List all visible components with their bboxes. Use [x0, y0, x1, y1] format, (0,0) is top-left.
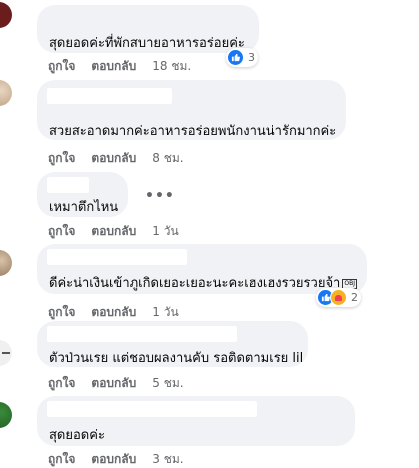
reaction-summary[interactable]: 3 — [226, 48, 258, 67]
comment-bubble: ตัวป่วนเรย แต่ชอบผลงานคับ รอติดตามเรย li… — [37, 321, 308, 367]
comment-timestamp[interactable]: 1 วัน — [152, 222, 178, 241]
comment-bubble: สุดยอดค่ะที่พักสบายอาหารอร่อยค่ะ — [37, 5, 259, 53]
comment-text: สุดยอดค่ะ — [49, 428, 105, 443]
comment-bubble: เหมาตึกไหน — [37, 172, 128, 217]
reaction-count: 2 — [351, 291, 358, 304]
comment-bubble: ดีค่ะน่าเงินเข้าภูเกิดเยอะเยอะนะคะเฮงเฮง… — [37, 244, 367, 294]
like-link[interactable]: ถูกใจ — [48, 57, 75, 76]
commenter-avatar[interactable] — [0, 250, 12, 276]
thumbs-up-icon — [227, 49, 244, 66]
like-link[interactable]: ถูกใจ — [48, 450, 75, 468]
comment-actions: ถูกใจ ตอบกลับ 1 วัน — [48, 222, 179, 241]
redacted-author-name — [47, 326, 237, 342]
commenter-avatar[interactable] — [0, 80, 12, 106]
care-hug-icon — [330, 289, 347, 306]
reply-link[interactable]: ตอบกลับ — [91, 57, 136, 76]
comment-actions: ถูกใจ ตอบกลับ 8 ชม. — [48, 149, 184, 168]
comment-text: สวยสะอาดมากค่ะอาหารอร่อยพนักงานน่ารักมาก… — [49, 124, 337, 139]
comment-actions: ถูกใจ ตอบกลับ 18 ชม. — [48, 57, 191, 76]
commenter-avatar[interactable] — [0, 2, 12, 28]
comment-timestamp[interactable]: 18 ชม. — [152, 57, 191, 76]
reply-link[interactable]: ตอบกลับ — [91, 149, 136, 168]
commenter-avatar[interactable] — [0, 340, 12, 366]
comment-timestamp[interactable]: 1 วัน — [152, 303, 178, 322]
reaction-count: 3 — [248, 51, 255, 64]
comment-timestamp[interactable]: 5 ชม. — [152, 374, 183, 393]
comment-text: ดีค่ะน่าเงินเข้าภูเกิดเยอะเยอะนะคะเฮงเฮง… — [49, 272, 357, 293]
comment-text: สุดยอดค่ะที่พักสบายอาหารอร่อยค่ะ — [49, 36, 245, 51]
comment-bubble: สุดยอดค่ะ — [37, 396, 355, 446]
redacted-author-name — [47, 88, 172, 104]
like-link[interactable]: ถูกใจ — [48, 374, 75, 393]
comment-text: เหมาตึกไหน — [49, 200, 119, 215]
comment-timestamp[interactable]: 8 ชม. — [152, 149, 183, 168]
comment-actions: ถูกใจ ตอบกลับ 5 ชม. — [48, 374, 184, 393]
reply-link[interactable]: ตอบกลับ — [91, 450, 136, 468]
reply-link[interactable]: ตอบกลับ — [91, 374, 136, 393]
comment-bubble: สวยสะอาดมากค่ะอาหารอร่อยพนักงานน่ารักมาก… — [37, 80, 346, 140]
comment-text-body: ดีค่ะน่าเงินเข้าภูเกิดเยอะเยอะนะคะเฮงเฮง… — [49, 276, 341, 291]
like-link[interactable]: ถูกใจ — [48, 149, 75, 168]
comment-text: ตัวป่วนเรย แต่ชอบผลงานคับ รอติดตามเรย li… — [49, 351, 304, 366]
like-link[interactable]: ถูกใจ — [48, 303, 75, 322]
commenter-avatar[interactable] — [0, 402, 12, 428]
reply-link[interactable]: ตอบกลับ — [91, 222, 136, 241]
more-options-icon[interactable]: ••• — [145, 188, 175, 204]
redacted-author-name — [47, 401, 257, 417]
reply-link[interactable]: ตอบกลับ — [91, 303, 136, 322]
redacted-author-name — [47, 249, 187, 265]
comment-timestamp[interactable]: 3 ชม. — [152, 450, 183, 468]
redacted-author-name — [47, 177, 89, 193]
like-link[interactable]: ถูกใจ — [48, 222, 75, 241]
comment-actions: ถูกใจ ตอบกลับ 3 ชม. — [48, 450, 184, 468]
comment-actions: ถูกใจ ตอบกลับ 1 วัน — [48, 303, 179, 322]
reaction-summary[interactable]: 2 — [316, 288, 361, 307]
